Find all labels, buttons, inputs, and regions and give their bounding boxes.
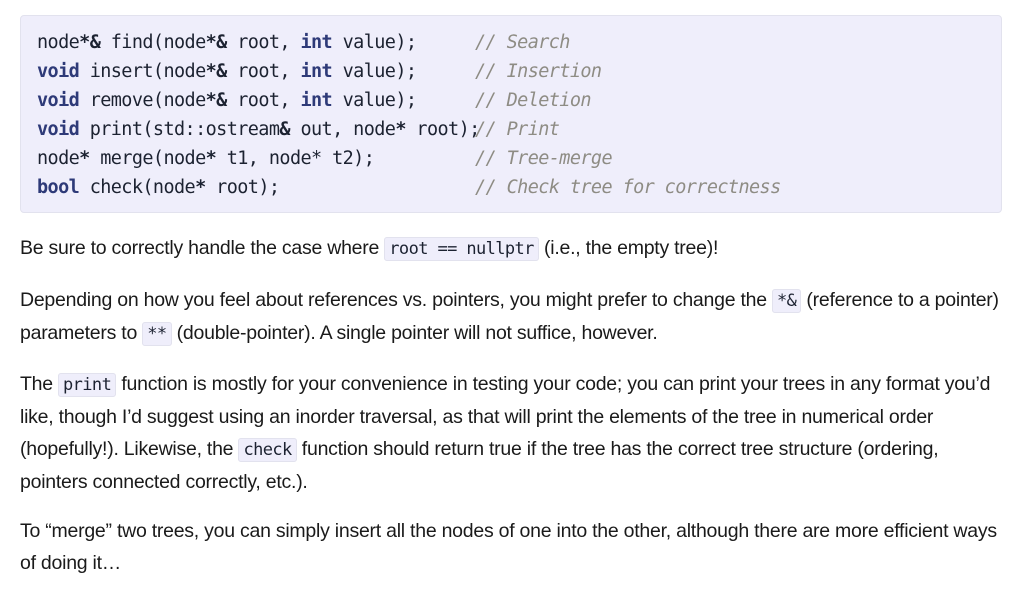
code-line-remove: void remove(node*& root, int value); [37, 90, 417, 111]
code-comment-search: // Search [475, 32, 570, 53]
code-block: node*& find(node*& root, int value); // … [20, 15, 1002, 213]
inline-code-ref-pointer: *& [771, 289, 802, 313]
code-line-insert: void insert(node*& root, int value); [37, 61, 417, 82]
code-line-find: node*& find(node*& root, int value); [37, 32, 417, 53]
code-line-check: bool check(node* root); [37, 177, 280, 198]
code-line-print: void print(std::ostream& out, node* root… [37, 119, 480, 140]
paragraph-print-check: The print function is mostly for your co… [20, 373, 991, 493]
code-comment-tree-merge: // Tree-merge [475, 148, 613, 169]
code-comment-insertion: // Insertion [475, 61, 602, 82]
code-comment-print: // Print [475, 119, 560, 140]
paragraph-empty-tree: Be sure to correctly handle the case whe… [20, 237, 719, 261]
inline-code-print: print [58, 373, 117, 397]
paragraph-references: Depending on how you feel about referenc… [20, 289, 999, 346]
code-comment-check: // Check tree for correctness [475, 177, 781, 198]
paragraph-merge: To “merge” two trees, you can simply ins… [20, 520, 997, 574]
inline-code-root-nullptr: root == nullptr [384, 237, 539, 261]
code-comment-deletion: // Deletion [475, 90, 592, 111]
inline-code-double-pointer: ** [142, 322, 172, 346]
inline-code-check: check [238, 438, 297, 462]
code-line-merge: node* merge(node* t1, node* t2); [37, 148, 375, 169]
